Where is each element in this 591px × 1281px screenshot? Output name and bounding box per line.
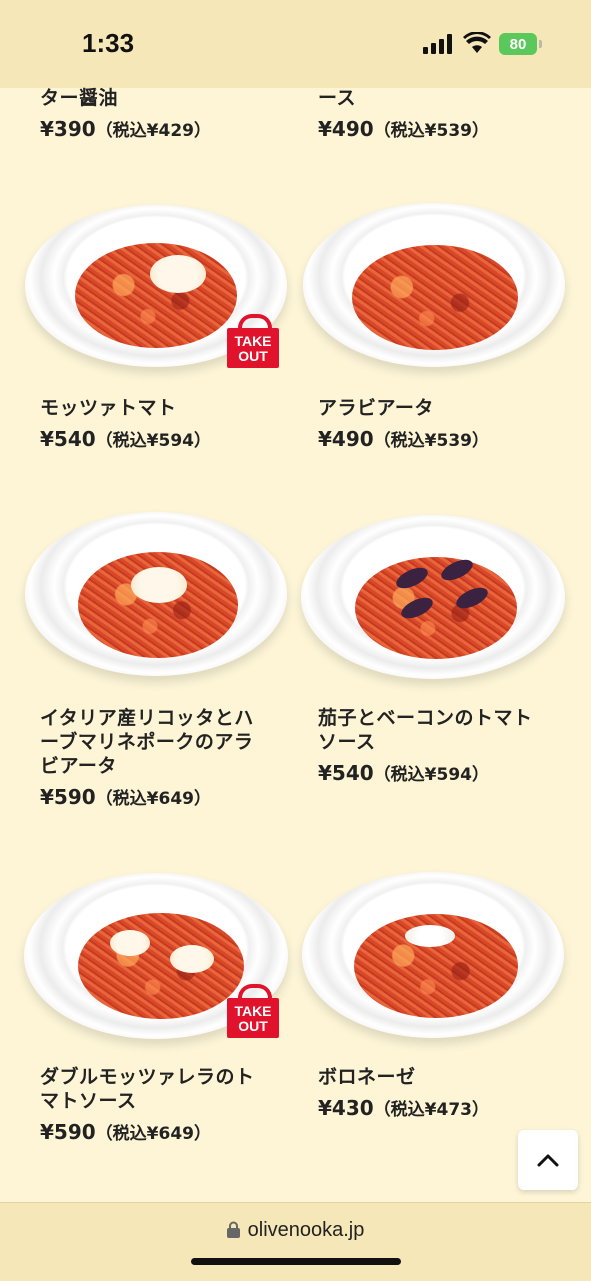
menu-item-name-line: イタリア産リコッタとハ xyxy=(40,707,254,729)
lock-icon xyxy=(226,1221,240,1238)
chevron-up-icon xyxy=(537,1154,559,1167)
mozzarella-image xyxy=(170,945,214,973)
price-tax: （税込¥594） xyxy=(373,765,489,785)
price-value: ¥590 xyxy=(40,785,96,809)
menu-item-text: ボロネーゼ ¥430（税込¥473） xyxy=(318,1065,558,1123)
price-value: ¥430 xyxy=(318,1096,374,1120)
price-tax: （税込¥539） xyxy=(373,121,489,141)
cellular-signal-icon xyxy=(423,34,452,54)
price-value: ¥490 xyxy=(318,427,374,451)
price-tax: （税込¥649） xyxy=(95,789,211,809)
status-bar: 1:33 80 xyxy=(0,0,591,88)
parmesan-image xyxy=(405,925,455,947)
menu-item-name: ター醤油 xyxy=(40,87,119,109)
menu-item-name-line: ダブルモッツァレラのト xyxy=(40,1066,255,1088)
menu-item-price: ¥590（税込¥649） xyxy=(40,784,280,812)
menu-item-price: ¥430（税込¥473） xyxy=(318,1095,558,1123)
price-value: ¥490 xyxy=(318,117,374,141)
ricotta-image xyxy=(131,567,187,603)
menu-item-name-line: ーブマリネポークのアラ xyxy=(40,731,254,753)
pasta-image xyxy=(78,913,244,1019)
menu-item-text: ター醤油 ¥390（税込¥429） xyxy=(40,86,280,144)
takeout-badge: TAKE OUT xyxy=(227,984,279,1038)
battery-level: 80 xyxy=(509,35,527,53)
menu-item-price: ¥490（税込¥539） xyxy=(318,116,558,144)
menu-item-name-line: ビアータ xyxy=(40,755,117,777)
back-to-top-button[interactable] xyxy=(518,1130,578,1190)
menu-item-name: ボロネーゼ xyxy=(318,1066,416,1088)
menu-item-name: アラビアータ xyxy=(318,397,434,419)
status-time: 1:33 xyxy=(82,28,135,58)
menu-item-name-line: ソース xyxy=(318,731,376,753)
menu-item-name-line: マトソース xyxy=(40,1090,137,1112)
menu-item-name: モッツァトマト xyxy=(40,397,177,419)
pasta-image xyxy=(355,557,517,659)
menu-item-text: イタリア産リコッタとハ ーブマリネポークのアラ ビアータ ¥590（税込¥649… xyxy=(40,706,280,812)
price-value: ¥540 xyxy=(318,761,374,785)
home-indicator[interactable] xyxy=(191,1258,401,1265)
mozzarella-image xyxy=(110,930,150,956)
wifi-icon xyxy=(463,32,491,53)
browser-url-bar[interactable]: olivenooka.jp xyxy=(0,1202,591,1281)
menu-item-text: アラビアータ ¥490（税込¥539） xyxy=(318,396,558,454)
price-tax: （税込¥429） xyxy=(95,121,211,141)
takeout-badge: TAKE OUT xyxy=(227,314,279,368)
menu-item-name: ース xyxy=(318,87,357,109)
pasta-image xyxy=(352,245,518,350)
pasta-image xyxy=(75,243,237,348)
menu-item-price: ¥390（税込¥429） xyxy=(40,116,280,144)
url-text: olivenooka.jp xyxy=(247,1219,365,1241)
mozzarella-image xyxy=(150,255,206,293)
menu-item-price: ¥540（税込¥594） xyxy=(318,760,558,788)
price-value: ¥590 xyxy=(40,1120,96,1144)
price-value: ¥540 xyxy=(40,427,96,451)
price-tax: （税込¥594） xyxy=(95,431,211,451)
price-tax: （税込¥539） xyxy=(373,431,489,451)
menu-item-price: ¥540（税込¥594） xyxy=(40,426,280,454)
menu-item-price: ¥490（税込¥539） xyxy=(318,426,558,454)
menu-item-text: 茄子とベーコンのトマト ソース ¥540（税込¥594） xyxy=(318,706,558,788)
menu-item-text: モッツァトマト ¥540（税込¥594） xyxy=(40,396,280,454)
battery-icon: 80 xyxy=(499,33,537,55)
menu-item-text: ダブルモッツァレラのト マトソース ¥590（税込¥649） xyxy=(40,1065,280,1147)
menu-item-name-line: 茄子とベーコンのトマト xyxy=(318,707,533,729)
menu-item-price: ¥590（税込¥649） xyxy=(40,1119,280,1147)
price-value: ¥390 xyxy=(40,117,96,141)
battery-cap xyxy=(539,40,542,48)
price-tax: （税込¥649） xyxy=(95,1124,211,1144)
price-tax: （税込¥473） xyxy=(373,1100,489,1120)
url-display[interactable]: olivenooka.jp xyxy=(0,1219,591,1242)
menu-item-text: ース ¥490（税込¥539） xyxy=(318,86,558,144)
